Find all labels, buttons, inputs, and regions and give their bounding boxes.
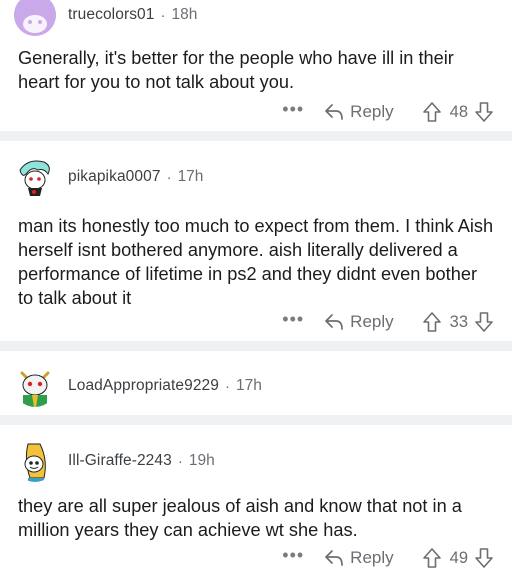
- reply-arrow-icon: [325, 550, 344, 566]
- meta-separator: ·: [166, 168, 172, 186]
- username[interactable]: Ill-Giraffe-2243: [68, 452, 172, 470]
- more-options-button[interactable]: •••: [282, 546, 304, 564]
- snoo-avatar-icon: [14, 156, 56, 198]
- comment-body: they are all super jealous of aish and k…: [18, 496, 462, 540]
- timestamp: 18h: [171, 6, 198, 23]
- avatar[interactable]: [14, 440, 56, 482]
- more-options-button[interactable]: •••: [282, 100, 304, 118]
- reply-arrow-icon: [325, 314, 344, 330]
- meta-separator: ·: [160, 6, 166, 24]
- avatar[interactable]: [14, 365, 56, 407]
- upvote-arrow-icon[interactable]: [422, 547, 442, 569]
- comment-body: man its honestly too much to expect from…: [18, 216, 494, 308]
- reply-button[interactable]: Reply: [324, 312, 394, 332]
- meta-separator: ·: [225, 377, 230, 395]
- avatar[interactable]: [14, 0, 56, 36]
- vote-count: 48: [449, 102, 468, 121]
- downvote-arrow-icon[interactable]: [474, 311, 494, 333]
- username[interactable]: pikapika0007: [68, 168, 161, 186]
- downvote-arrow-icon[interactable]: [474, 101, 494, 123]
- timestamp: 19h: [188, 452, 215, 469]
- reply-label: Reply: [350, 312, 394, 331]
- vote-count: 33: [449, 312, 468, 331]
- timestamp: 17h: [177, 168, 204, 185]
- meta-separator: ·: [177, 452, 183, 470]
- reply-button[interactable]: Reply: [324, 548, 394, 568]
- comment-pikapika0007: pikapika0007 · 17h man its honestly too …: [0, 141, 512, 341]
- comment-truecolors01: truecolors01 · 18h Generally, it's bette…: [0, 0, 512, 131]
- reply-button[interactable]: Reply: [324, 102, 394, 122]
- username[interactable]: LoadAppropriate9229: [68, 377, 219, 395]
- upvote-arrow-icon[interactable]: [422, 311, 442, 333]
- comment-divider: [0, 415, 512, 425]
- username[interactable]: truecolors01: [68, 6, 155, 24]
- reply-label: Reply: [350, 102, 394, 121]
- snoo-avatar-icon: [14, 440, 56, 482]
- snoo-avatar-icon: [14, 365, 56, 407]
- upvote-arrow-icon[interactable]: [422, 101, 442, 123]
- comment-LoadAppropriate9229[interactable]: LoadAppropriate9229 · 17h: [0, 351, 512, 415]
- more-options-button[interactable]: •••: [282, 310, 304, 328]
- comment-Ill-Giraffe-2243: Ill-Giraffe-2243 · 19h they are all supe…: [0, 425, 512, 574]
- reply-arrow-icon: [325, 104, 344, 120]
- comment-divider: [0, 131, 512, 141]
- downvote-arrow-icon[interactable]: [474, 547, 494, 569]
- snoo-avatar-icon: [14, 0, 56, 36]
- avatar[interactable]: [14, 156, 56, 198]
- comment-body: Generally, it's better for the people wh…: [18, 48, 454, 92]
- comment-divider: [0, 341, 512, 351]
- reply-label: Reply: [350, 548, 394, 567]
- timestamp: 17h: [236, 377, 262, 394]
- vote-count: 49: [449, 548, 468, 567]
